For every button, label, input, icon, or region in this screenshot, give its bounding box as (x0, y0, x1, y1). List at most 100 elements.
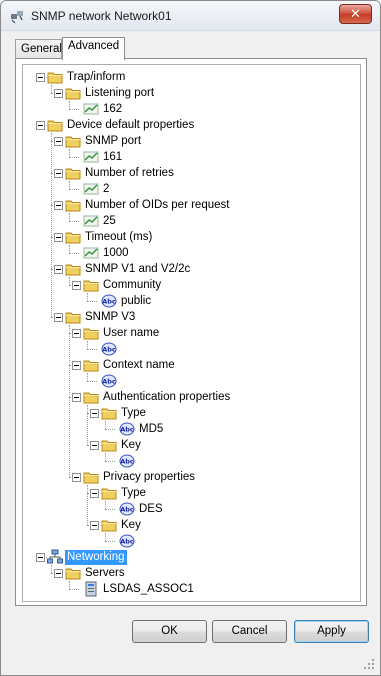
string-value-icon: Abc (119, 453, 135, 469)
folder-icon (83, 469, 99, 485)
properties-tree[interactable]: Trap/inform Listening port 162 Device defau… (22, 64, 361, 602)
collapse-toggle-icon[interactable] (54, 569, 63, 578)
collapse-toggle-icon[interactable] (36, 73, 45, 82)
collapse-toggle-icon[interactable] (54, 313, 63, 322)
numeric-value-icon (83, 149, 99, 165)
collapse-toggle-icon[interactable] (54, 201, 63, 210)
tree-node-label[interactable]: Networking (65, 550, 127, 565)
numeric-value-icon (83, 245, 99, 261)
folder-icon (47, 117, 63, 133)
tree-node-label[interactable]: Device default properties (65, 118, 196, 133)
tree-guide-line (69, 109, 79, 110)
apply-button[interactable]: Apply (294, 620, 369, 643)
collapse-toggle-icon[interactable] (36, 553, 45, 562)
tree-node-label[interactable]: Number of retries (83, 166, 176, 181)
string-value-icon: Abc (101, 373, 117, 389)
svg-text:Abc: Abc (120, 458, 134, 466)
tree-guide-line (87, 485, 88, 525)
tree-guide-line (87, 341, 88, 349)
tree-guide-line (105, 541, 115, 542)
collapse-toggle-icon[interactable] (72, 473, 81, 482)
close-icon: ✕ (350, 6, 361, 21)
tree-guide-line (69, 221, 79, 222)
window-title: SNMP network Network01 (31, 9, 172, 23)
tree-node-label[interactable]: LSDAS_ASSOC1 (101, 582, 196, 597)
collapse-toggle-icon[interactable] (90, 409, 99, 418)
tree-node-label[interactable]: Key (119, 518, 143, 533)
tree-guide-line (105, 501, 106, 509)
tree-node-label[interactable]: Key (119, 438, 143, 453)
tree-node-label[interactable]: Community (101, 278, 163, 293)
cancel-button[interactable]: Cancel (212, 620, 287, 643)
collapse-toggle-icon[interactable] (54, 89, 63, 98)
tree-guide-line (69, 245, 70, 253)
collapse-toggle-icon[interactable] (54, 233, 63, 242)
tree-node-label[interactable]: 1000 (101, 246, 131, 261)
tree-node-label[interactable]: Listening port (83, 86, 156, 101)
folder-icon (83, 277, 99, 293)
resize-grip-icon[interactable] (364, 659, 374, 669)
collapse-toggle-icon[interactable] (90, 441, 99, 450)
tree-node-label[interactable]: SNMP V1 and V2/2c (83, 262, 192, 277)
tree-node-label[interactable]: MD5 (137, 422, 165, 437)
folder-icon (65, 309, 81, 325)
tab-advanced[interactable]: Advanced (62, 37, 125, 60)
collapse-toggle-icon[interactable] (54, 265, 63, 274)
tree-node-label[interactable]: 161 (101, 150, 124, 165)
server-icon (83, 581, 99, 597)
collapse-toggle-icon[interactable] (72, 361, 81, 370)
tree-guide-line (69, 101, 70, 109)
tree-node-label[interactable]: 2 (101, 182, 111, 197)
tree-guide-line (105, 429, 115, 430)
tree-node-label[interactable]: Number of OIDs per request (83, 198, 231, 213)
tree-guide-line (69, 589, 79, 590)
collapse-toggle-icon[interactable] (72, 393, 81, 402)
tree-node-label[interactable]: Context name (101, 358, 177, 373)
svg-text:Abc: Abc (102, 346, 116, 354)
collapse-toggle-icon[interactable] (54, 169, 63, 178)
tree-guide-line (105, 453, 106, 461)
tree-guide-line (69, 181, 70, 189)
string-value-icon: Abc (119, 421, 135, 437)
tree-node-label[interactable]: Trap/inform (65, 70, 127, 85)
tree-node-label[interactable]: User name (101, 326, 161, 341)
folder-icon (65, 197, 81, 213)
collapse-toggle-icon[interactable] (90, 521, 99, 530)
tree-guide-line (69, 325, 70, 477)
tree-node-label[interactable]: Type (119, 486, 148, 501)
tree-node-label[interactable]: Type (119, 406, 148, 421)
collapse-toggle-icon[interactable] (90, 489, 99, 498)
tree-guide-line (87, 373, 88, 381)
tree-node-label[interactable]: DES (137, 502, 165, 517)
folder-icon (83, 357, 99, 373)
tree-guide-line (51, 565, 52, 573)
tree-node-label[interactable]: public (119, 294, 153, 309)
folder-icon (101, 405, 117, 421)
collapse-toggle-icon[interactable] (54, 137, 63, 146)
tree-guide-line (69, 253, 79, 254)
collapse-toggle-icon[interactable] (36, 121, 45, 130)
collapse-toggle-icon[interactable] (72, 281, 81, 290)
tree-node-label[interactable]: SNMP port (83, 134, 143, 149)
tree-guide-line (105, 421, 106, 429)
tab-general[interactable]: General (15, 39, 62, 59)
folder-icon (83, 389, 99, 405)
tree-guide-line (105, 533, 106, 541)
tree-node-label[interactable]: Authentication properties (101, 390, 232, 405)
tree-node-label[interactable]: Servers (83, 566, 127, 581)
numeric-value-icon (83, 101, 99, 117)
tree-node-label[interactable]: Timeout (ms) (83, 230, 154, 245)
ok-button[interactable]: OK (132, 620, 207, 643)
tree-node-label[interactable]: SNMP V3 (83, 310, 137, 325)
collapse-toggle-icon[interactable] (72, 329, 81, 338)
dialog-window: SNMP network Network01 ✕ General Advance… (0, 0, 381, 676)
tree-node-label[interactable]: 162 (101, 102, 124, 117)
title-bar[interactable]: SNMP network Network01 ✕ (1, 1, 380, 31)
tree-guide-line (69, 189, 79, 190)
folder-icon (65, 565, 81, 581)
numeric-value-icon (83, 213, 99, 229)
string-value-icon: Abc (101, 293, 117, 309)
close-button[interactable]: ✕ (339, 4, 372, 24)
tree-node-label[interactable]: Privacy properties (101, 470, 197, 485)
tree-node-label[interactable]: 25 (101, 214, 118, 229)
